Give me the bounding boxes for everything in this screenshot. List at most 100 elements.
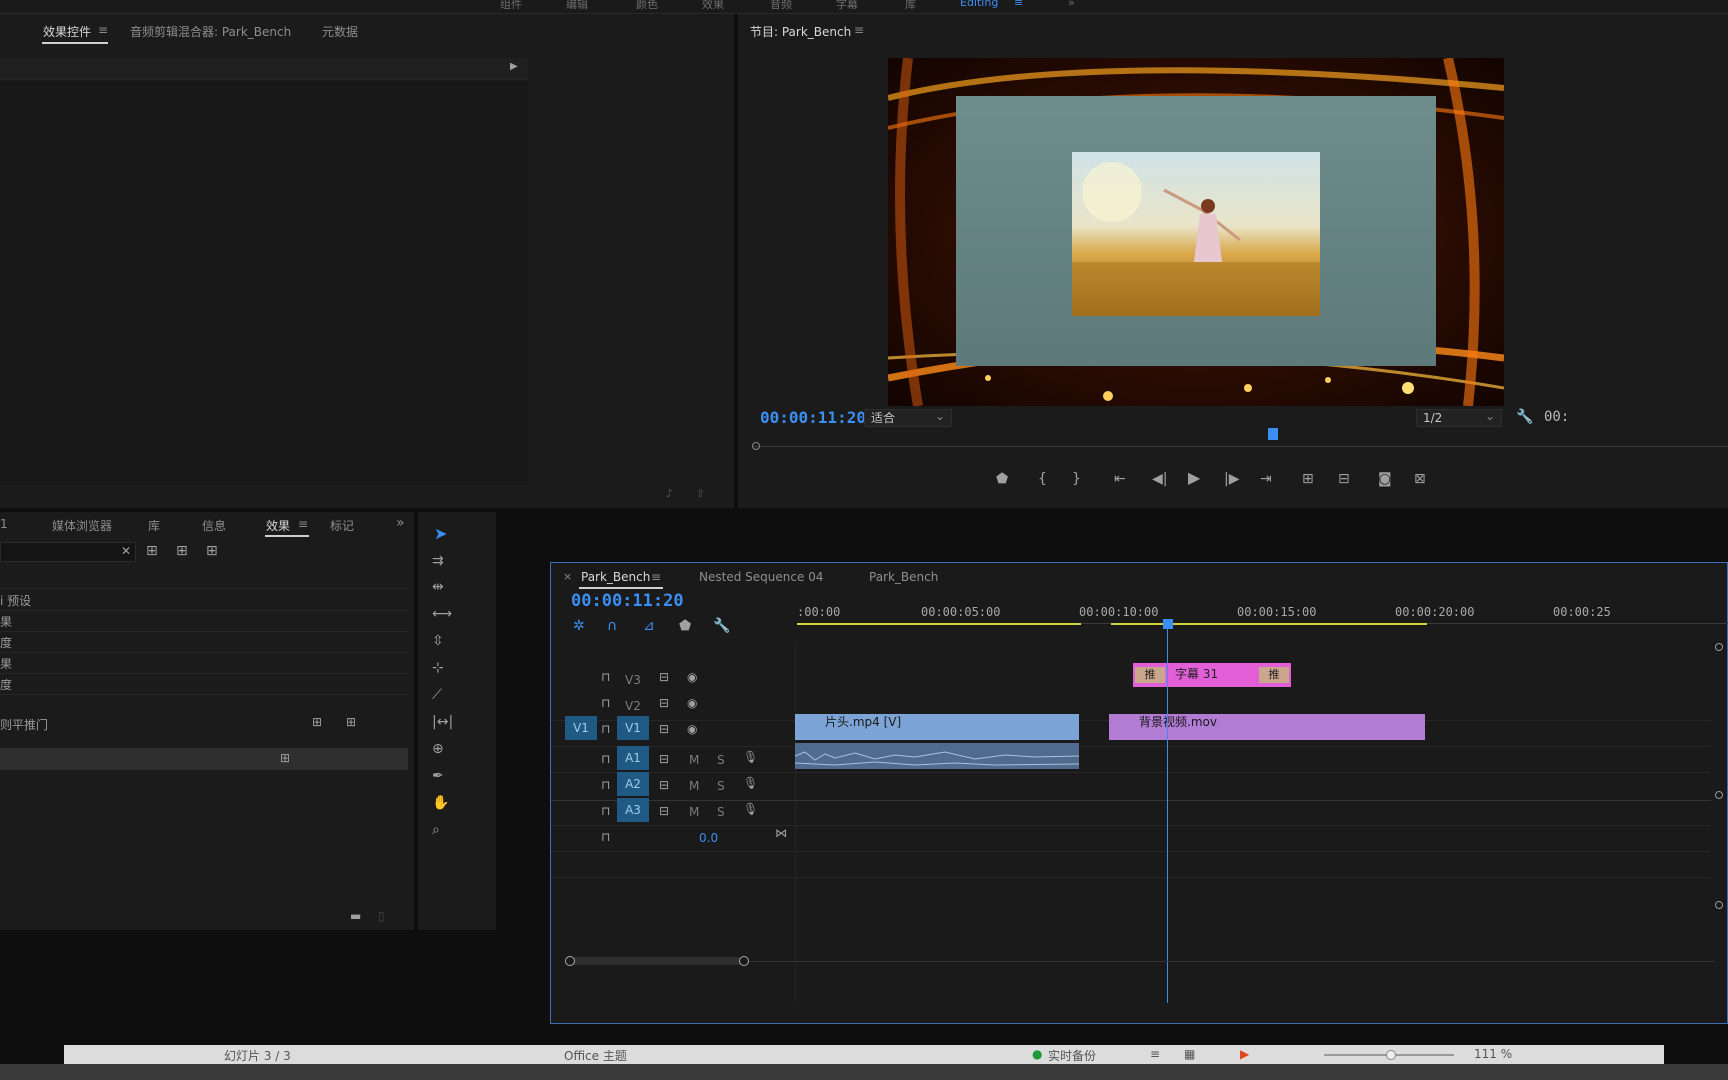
title-clip[interactable]: 推 字幕 31 推	[1133, 663, 1291, 687]
lock-icon[interactable]: ⊓	[601, 697, 610, 709]
track-label-v2[interactable]: V2	[625, 699, 641, 713]
scrub-start-handle[interactable]	[752, 442, 760, 450]
panel-menu-icon[interactable]: ≡	[98, 23, 108, 37]
zoom-handle-right[interactable]	[739, 956, 749, 966]
vertical-scroll-handle[interactable]	[1715, 643, 1723, 651]
timeline-playhead-icon[interactable]	[1163, 619, 1173, 629]
32bit-effects-icon[interactable]: ⊞	[176, 544, 188, 558]
slip-tool-icon[interactable]: ⟋	[432, 688, 442, 702]
rate-stretch-tool-icon[interactable]: ⇳	[432, 634, 444, 648]
panel-menu-icon[interactable]: ≡	[298, 517, 308, 531]
master-track-icon[interactable]: ⋈	[775, 827, 787, 839]
track-target-a2[interactable]: A2	[617, 772, 649, 796]
expand-arrow-icon[interactable]: ▶	[510, 62, 518, 72]
zoom-slider[interactable]	[1324, 1050, 1454, 1060]
panel-menu-icon[interactable]: ≡	[854, 23, 864, 37]
audio-clip[interactable]	[795, 743, 1079, 769]
sync-lock-icon[interactable]: ⊟	[659, 671, 669, 683]
eye-icon[interactable]: ◉	[687, 697, 697, 709]
export-icon[interactable]: ⇪	[696, 488, 705, 499]
lock-icon[interactable]: ⊓	[601, 831, 610, 843]
audio-icon[interactable]: ♪	[666, 488, 673, 499]
lock-icon[interactable]: ⊓	[601, 753, 610, 765]
workspace-tab-edit[interactable]: 编辑	[566, 0, 588, 12]
selected-effect-row[interactable]: ⊞	[0, 748, 408, 770]
button-editor-icon[interactable]: ⊠	[1414, 472, 1426, 486]
mark-out-icon[interactable]: }	[1072, 472, 1081, 486]
zoom-tool-icon[interactable]: ⌕	[432, 823, 440, 837]
slideshow-icon[interactable]: ▶	[1240, 1047, 1249, 1061]
solo-button[interactable]: S	[717, 753, 725, 767]
time-ruler[interactable]: :00:00 00:00:05:00 00:00:10:00 00:00:15:…	[797, 593, 1728, 641]
vertical-scroll-handle[interactable]	[1715, 791, 1723, 799]
new-bin-icon[interactable]: ▬	[350, 910, 361, 922]
workspace-tab-color[interactable]: 颜色	[636, 0, 658, 12]
add-marker-icon[interactable]: ⬟	[996, 472, 1008, 486]
tab-effect-controls[interactable]: 效果控件	[43, 23, 91, 40]
lock-icon[interactable]: ⊓	[601, 671, 610, 683]
master-volume[interactable]: 0.0	[699, 831, 718, 845]
tab-markers[interactable]: 标记	[330, 517, 354, 534]
program-video-frame[interactable]	[888, 58, 1504, 406]
list-item[interactable]: 度	[0, 676, 12, 693]
workspace-tab-assembly[interactable]: 组件	[500, 0, 522, 12]
workspace-tab-audio[interactable]: 音频	[770, 0, 792, 12]
list-item[interactable]: i 预设	[0, 592, 31, 609]
program-monitor-title[interactable]: 节目: Park_Bench	[750, 23, 851, 40]
pen-tool-icon[interactable]: ✒	[432, 769, 444, 783]
playhead-icon[interactable]	[1268, 428, 1278, 440]
mark-in-icon[interactable]: {	[1038, 472, 1047, 486]
zoom-level[interactable]: 111 %	[1474, 1047, 1512, 1061]
panel-menu-icon[interactable]: ≡	[651, 570, 661, 584]
track-label-v3[interactable]: V3	[625, 673, 641, 687]
notes-icon[interactable]: ≡	[1150, 1047, 1160, 1061]
clear-search-icon[interactable]: ✕	[121, 545, 131, 557]
list-item[interactable]: 果	[0, 655, 12, 672]
mute-button[interactable]: M	[689, 805, 699, 819]
tab-project[interactable]: 1	[0, 517, 8, 531]
workspace-menu-icon[interactable]: ≡	[1014, 0, 1023, 9]
microphone-icon[interactable]: 🎙	[743, 777, 758, 789]
workspace-tab-editing[interactable]: Editing	[960, 0, 998, 9]
go-to-in-icon[interactable]: ⇤	[1114, 472, 1126, 486]
workspace-tab-captions[interactable]: 字幕	[836, 0, 858, 12]
backup-label[interactable]: 实时备份	[1048, 1047, 1096, 1064]
selection-tool-icon[interactable]: ➤	[434, 526, 447, 542]
resolution-select[interactable]: 1/2	[1416, 408, 1502, 427]
track-select-tool-icon[interactable]: ⇉	[432, 554, 444, 568]
wrench-icon[interactable]: 🔧	[1516, 410, 1533, 424]
rolling-edit-tool-icon[interactable]: ⟷	[432, 607, 452, 621]
vertical-scroll-handle[interactable]	[1715, 901, 1723, 909]
push-transition-right[interactable]: 推	[1259, 667, 1289, 683]
sync-lock-icon[interactable]: ⊟	[659, 697, 669, 709]
sync-lock-icon[interactable]: ⊟	[659, 779, 669, 791]
track-target-v1[interactable]: V1	[617, 716, 649, 740]
workspace-tab-effects[interactable]: 效果	[702, 0, 724, 12]
go-to-out-icon[interactable]: ⇥	[1260, 472, 1272, 486]
zoom-slider-thumb[interactable]	[1386, 1050, 1396, 1060]
close-tab-icon[interactable]: ×	[563, 570, 572, 583]
slide-tool-icon[interactable]: |↔|	[432, 715, 453, 729]
step-forward-icon[interactable]: |▶	[1224, 472, 1239, 486]
push-transition-left[interactable]: 推	[1135, 667, 1165, 683]
more-workspaces-icon[interactable]: »	[1068, 0, 1075, 9]
sync-lock-icon[interactable]: ⊟	[659, 805, 669, 817]
microphone-icon[interactable]: 🎙	[743, 751, 758, 763]
eye-icon[interactable]: ◉	[687, 671, 697, 683]
add-marker-icon[interactable]: ⬟	[679, 619, 691, 633]
hand-tool-icon[interactable]: ✋	[432, 796, 449, 810]
effects-search-input[interactable]: ✕	[0, 542, 136, 562]
yuv-effects-icon[interactable]: ⊞	[206, 544, 218, 558]
video-clip[interactable]: 背景视频.mov	[1109, 714, 1425, 740]
timeline-timecode[interactable]: 00:00:11:20	[571, 591, 684, 611]
tab-sequence-park-bench-2[interactable]: Park_Bench	[869, 570, 938, 584]
snap-icon[interactable]: ∩	[607, 619, 617, 633]
tab-effects[interactable]: 效果	[266, 517, 290, 534]
lock-icon[interactable]: ⊓	[601, 779, 610, 791]
list-item[interactable]: 度	[0, 634, 12, 651]
camera-icon[interactable]: ◙	[1378, 472, 1392, 486]
tab-sequence-park-bench[interactable]: Park_Bench	[581, 570, 650, 584]
program-scrub-bar[interactable]	[752, 428, 1728, 452]
zoom-handle-left[interactable]	[565, 956, 575, 966]
ripple-edit-tool-icon[interactable]: ⇹	[432, 580, 444, 594]
